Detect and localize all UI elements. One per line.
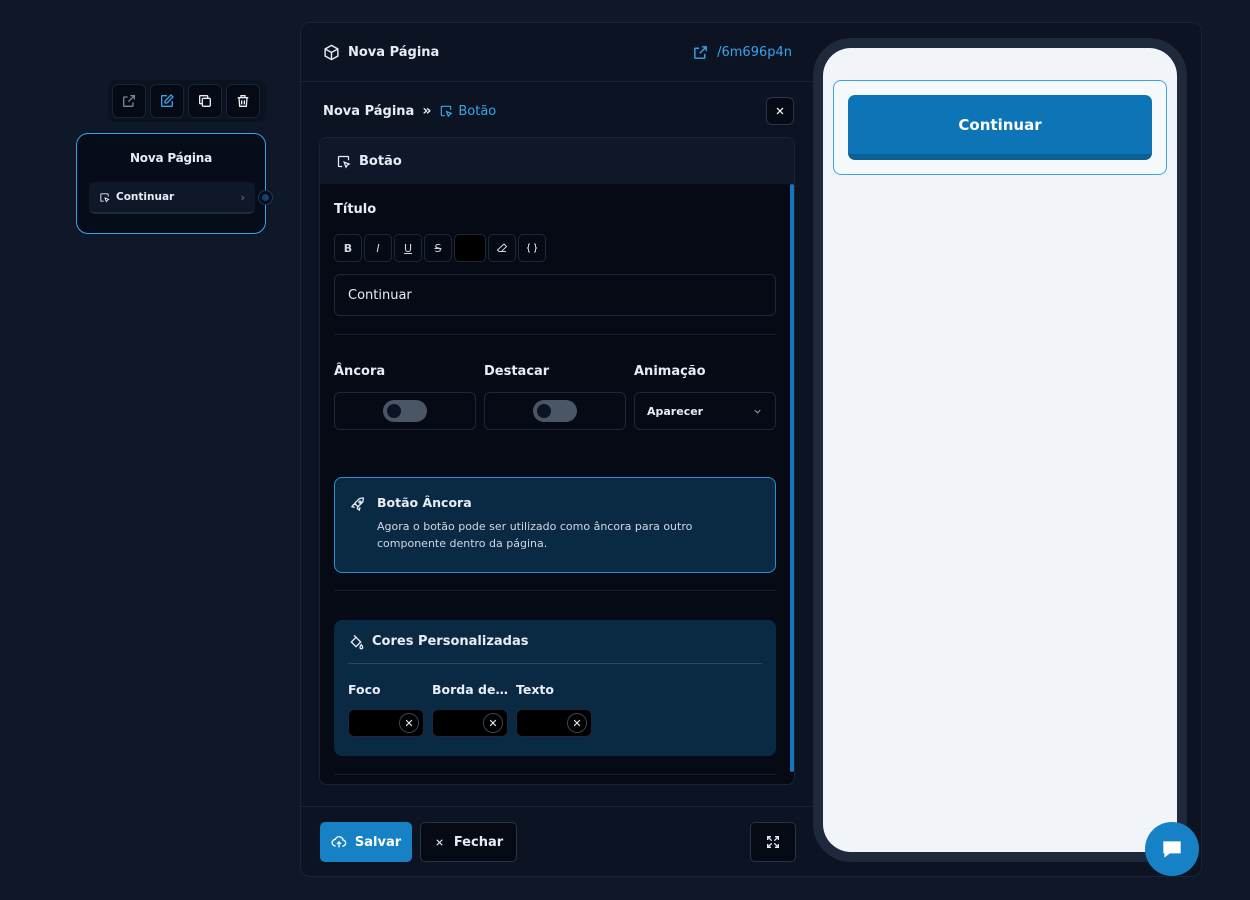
node-item-button[interactable]: Continuar › bbox=[89, 182, 255, 214]
clear-color-button[interactable]: ✕ bbox=[567, 713, 587, 733]
animation-selected-value: Aparecer bbox=[647, 404, 704, 418]
edit-icon bbox=[161, 94, 174, 107]
strikethrough-button[interactable]: S bbox=[424, 234, 452, 262]
titulo-label: Título bbox=[334, 202, 377, 217]
trash-icon bbox=[237, 95, 249, 107]
braces-icon bbox=[526, 243, 538, 253]
page-url-link[interactable]: /6m696p4n bbox=[692, 44, 792, 61]
cursor-click-icon bbox=[100, 192, 110, 203]
chevron-right-icon: › bbox=[240, 190, 245, 204]
breadcrumb-current: Botão bbox=[439, 104, 496, 119]
breadcrumb-parent[interactable]: Nova Página bbox=[323, 104, 414, 119]
info-title: Botão Âncora bbox=[377, 495, 472, 510]
color-borda: Borda de... ✕ bbox=[432, 682, 510, 737]
info-description: Agora o botão pode ser utilizado como ân… bbox=[377, 520, 693, 550]
cursor-click-icon bbox=[337, 155, 351, 168]
cloud-upload-icon bbox=[331, 836, 347, 848]
color-texto-label: Texto bbox=[516, 682, 554, 697]
divider bbox=[334, 334, 776, 335]
open-node-button[interactable] bbox=[112, 84, 146, 118]
color-foco: Foco ✕ bbox=[348, 682, 426, 737]
breadcrumb: Nova Página » Botão bbox=[323, 96, 794, 126]
color-texto-swatch[interactable]: ✕ bbox=[516, 709, 592, 737]
anchor-info-box: Botão Âncora Agora o botão pode ser util… bbox=[334, 477, 776, 573]
variable-button[interactable] bbox=[518, 234, 546, 262]
divider bbox=[334, 590, 776, 591]
color-foco-swatch[interactable]: ✕ bbox=[348, 709, 424, 737]
node-item-label: Continuar bbox=[116, 191, 175, 203]
edit-node-button[interactable] bbox=[150, 84, 184, 118]
rocket-icon bbox=[350, 497, 365, 512]
editor-footer: Salvar Fechar bbox=[301, 806, 814, 878]
chevron-down-icon bbox=[754, 409, 761, 414]
copy-icon bbox=[199, 95, 211, 107]
paint-bucket-icon bbox=[350, 634, 364, 649]
anchor-toggle-box bbox=[334, 392, 476, 430]
external-link-icon bbox=[123, 95, 135, 107]
highlight-label: Destacar bbox=[484, 364, 550, 379]
chat-support-button[interactable] bbox=[1145, 822, 1199, 876]
save-button[interactable]: Salvar bbox=[320, 822, 412, 862]
button-settings-section: Botão Título B I U S Continuar Âncora De… bbox=[319, 137, 795, 785]
underline-button[interactable]: U bbox=[394, 234, 422, 262]
phone-preview: Continuar bbox=[813, 38, 1187, 862]
highlight-toggle[interactable] bbox=[533, 400, 577, 422]
preview-selection-frame[interactable]: Continuar bbox=[833, 80, 1167, 175]
animation-select[interactable]: Aparecer bbox=[634, 392, 776, 430]
editor-header: Nova Página /6m696p4n bbox=[301, 23, 814, 82]
color-borda-label: Borda de... bbox=[432, 682, 508, 697]
chat-icon bbox=[1163, 841, 1181, 858]
breadcrumb-separator: » bbox=[422, 103, 432, 119]
fullscreen-button[interactable] bbox=[750, 822, 796, 862]
duplicate-node-button[interactable] bbox=[188, 84, 222, 118]
divider bbox=[334, 774, 776, 775]
custom-colors-header: Cores Personalizadas bbox=[348, 620, 762, 664]
delete-node-button[interactable] bbox=[226, 84, 260, 118]
close-icon bbox=[436, 838, 443, 846]
page-node-card[interactable]: Nova Página Continuar › bbox=[76, 133, 266, 234]
cube-icon bbox=[324, 44, 339, 60]
clear-color-button[interactable]: ✕ bbox=[483, 713, 503, 733]
close-editor-button[interactable] bbox=[766, 97, 794, 125]
expand-icon bbox=[767, 836, 779, 848]
italic-button[interactable]: I bbox=[364, 234, 392, 262]
highlight-toggle-box bbox=[484, 392, 626, 430]
clear-color-button[interactable]: ✕ bbox=[399, 713, 419, 733]
external-link-icon bbox=[694, 45, 707, 59]
color-borda-swatch[interactable]: ✕ bbox=[432, 709, 508, 737]
bold-button[interactable]: B bbox=[334, 234, 362, 262]
eraser-icon bbox=[496, 243, 508, 252]
preview-continue-button[interactable]: Continuar bbox=[848, 95, 1152, 160]
clear-format-button[interactable] bbox=[488, 234, 516, 262]
format-toolbar: B I U S bbox=[334, 234, 546, 262]
text-color-button[interactable] bbox=[454, 234, 486, 262]
custom-colors-box: Cores Personalizadas Foco ✕ Borda de... … bbox=[334, 620, 776, 756]
component-editor: Nova Página /6m696p4n Nova Página » Botã… bbox=[301, 23, 814, 878]
color-foco-label: Foco bbox=[348, 682, 381, 697]
editor-panel: Nova Página /6m696p4n Nova Página » Botã… bbox=[300, 22, 1202, 877]
scrollbar[interactable] bbox=[790, 184, 794, 772]
phone-screen: Continuar bbox=[823, 48, 1177, 852]
close-button[interactable]: Fechar bbox=[420, 822, 517, 862]
section-header: Botão bbox=[320, 138, 794, 184]
node-title: Nova Página bbox=[129, 151, 213, 165]
anchor-toggle[interactable] bbox=[383, 400, 427, 422]
color-texto: Texto ✕ bbox=[516, 682, 594, 737]
node-toolbar bbox=[108, 80, 266, 122]
close-icon bbox=[776, 107, 784, 115]
node-connection-handle[interactable] bbox=[258, 190, 273, 205]
titulo-input[interactable]: Continuar bbox=[334, 274, 776, 316]
page-title: Nova Página bbox=[323, 44, 439, 61]
anchor-label: Âncora bbox=[334, 364, 386, 379]
animation-label: Animação bbox=[634, 364, 706, 379]
cursor-click-icon bbox=[441, 105, 453, 118]
